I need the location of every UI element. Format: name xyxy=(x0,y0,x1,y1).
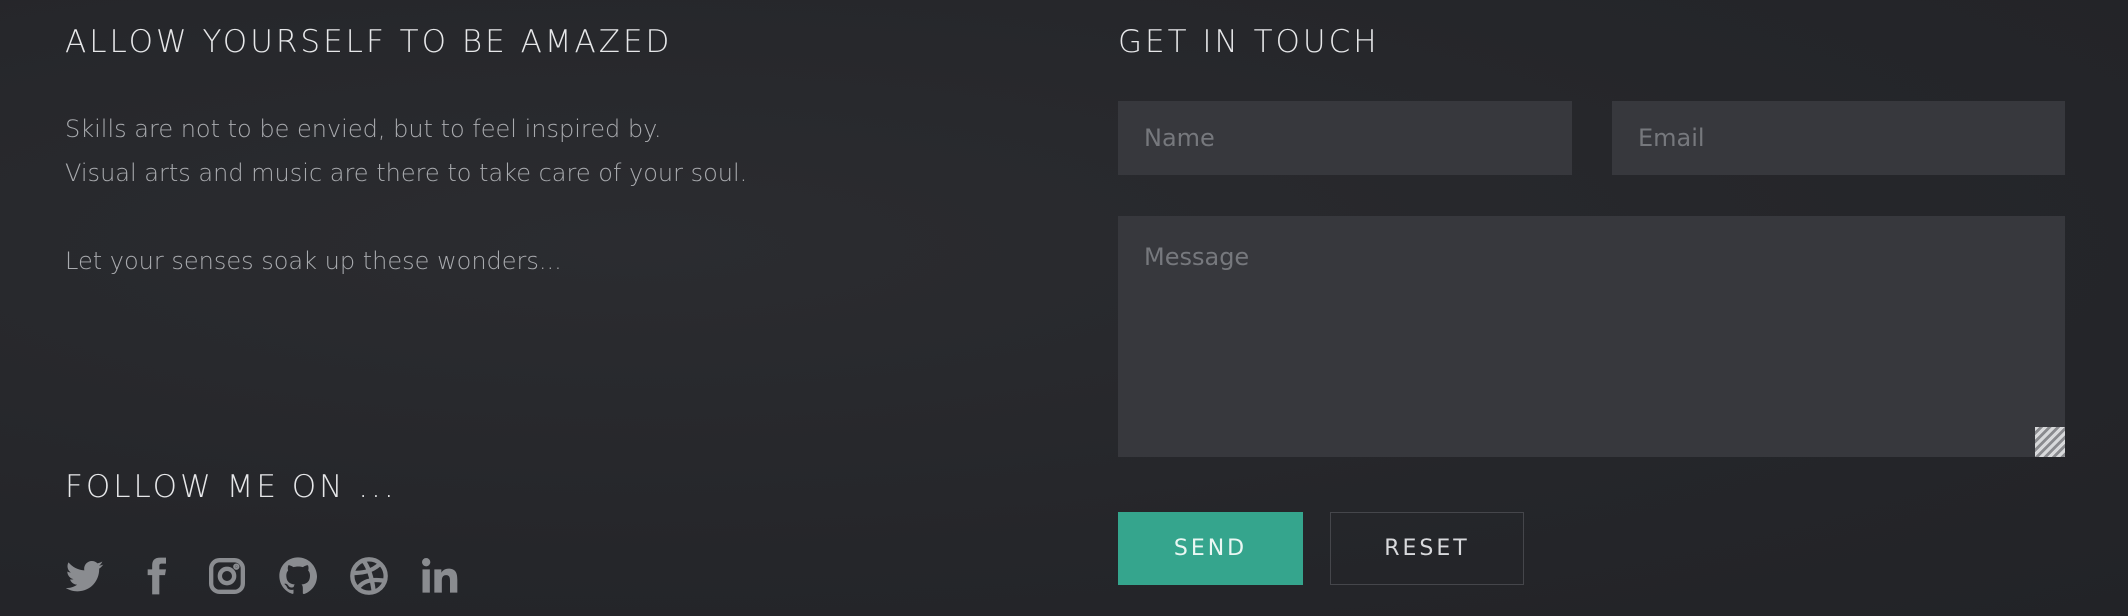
send-button[interactable]: SEND xyxy=(1118,512,1303,585)
follow-title: FOLLOW ME ON ... xyxy=(65,469,397,505)
about-line-1: Skills are not to be envied, but to feel… xyxy=(65,115,662,143)
contact-section: GET IN TOUCH SEND RESET xyxy=(1118,0,2065,616)
about-section: ALLOW YOURSELF TO BE AMAZED Skills are n… xyxy=(65,0,1045,616)
github-icon[interactable] xyxy=(278,556,318,596)
name-input[interactable] xyxy=(1118,101,1572,175)
twitter-icon[interactable] xyxy=(65,556,105,596)
social-links xyxy=(65,556,491,596)
linkedin-icon[interactable] xyxy=(420,556,460,596)
facebook-icon[interactable] xyxy=(136,556,176,596)
message-textarea[interactable] xyxy=(1118,216,2065,457)
contact-title: GET IN TOUCH xyxy=(1118,24,1380,60)
about-title: ALLOW YOURSELF TO BE AMAZED xyxy=(65,24,673,60)
about-text: Skills are not to be envied, but to feel… xyxy=(65,107,747,283)
about-line-3: Let your senses soak up these wonders... xyxy=(65,247,562,275)
dribbble-icon[interactable] xyxy=(349,556,389,596)
about-line-2: Visual arts and music are there to take … xyxy=(65,159,748,187)
email-input[interactable] xyxy=(1612,101,2065,175)
reset-button[interactable]: RESET xyxy=(1330,512,1524,585)
textarea-resize-handle[interactable] xyxy=(2035,427,2065,457)
instagram-icon[interactable] xyxy=(207,556,247,596)
